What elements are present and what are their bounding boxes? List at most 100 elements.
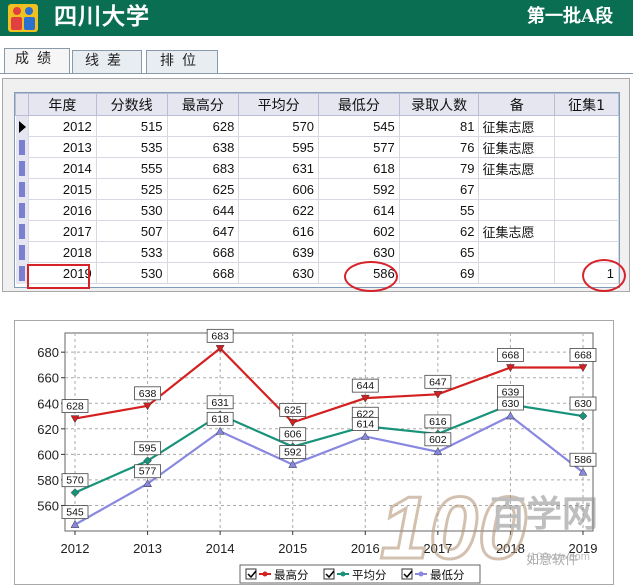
cell-year[interactable]: 2018 bbox=[27, 241, 97, 263]
data-label: 614 bbox=[357, 418, 375, 430]
cell-min[interactable]: 630 bbox=[318, 241, 400, 263]
cell-count[interactable]: 62 bbox=[398, 220, 480, 242]
cell-avg[interactable]: 622 bbox=[238, 199, 320, 221]
cell-line[interactable]: 533 bbox=[95, 241, 168, 263]
cell-max[interactable]: 668 bbox=[166, 241, 240, 263]
cell-line[interactable]: 555 bbox=[95, 157, 168, 179]
cell-min[interactable]: 577 bbox=[318, 136, 400, 158]
cell-min[interactable]: 618 bbox=[318, 157, 400, 179]
cell-note[interactable] bbox=[478, 262, 556, 284]
cell-min[interactable]: 602 bbox=[318, 220, 400, 242]
row-selector[interactable] bbox=[15, 178, 29, 200]
tab-bar: 成绩 线差 排位 bbox=[0, 36, 633, 75]
cell-note[interactable]: 征集志愿 bbox=[478, 157, 556, 179]
cell-min[interactable]: 545 bbox=[318, 115, 400, 137]
cell-note[interactable]: 征集志愿 bbox=[478, 115, 556, 137]
cell-line[interactable]: 530 bbox=[95, 262, 168, 284]
scores-grid[interactable]: 年度 分数线 最高分 平均分 最低分 录取人数 备 征集1 2012 515 628… bbox=[14, 92, 620, 288]
batch-label: 第一批A段 bbox=[527, 6, 613, 27]
row-selector[interactable] bbox=[15, 136, 29, 158]
y-tick-label: 600 bbox=[37, 447, 59, 462]
cell-max[interactable]: 668 bbox=[166, 262, 240, 284]
cell-max[interactable]: 638 bbox=[166, 136, 240, 158]
col-count[interactable]: 录取人数 bbox=[398, 93, 480, 116]
cell-min[interactable]: 614 bbox=[318, 199, 400, 221]
table-row[interactable]: 2014 555 683 631 618 79 征集志愿 bbox=[15, 157, 619, 179]
cell-note[interactable]: 征集志愿 bbox=[478, 136, 556, 158]
cell-count[interactable]: 81 bbox=[398, 115, 480, 137]
cell-avg[interactable]: 630 bbox=[238, 262, 320, 284]
cell-avg[interactable]: 595 bbox=[238, 136, 320, 158]
data-label: 683 bbox=[211, 330, 229, 342]
cell-zj1[interactable] bbox=[554, 115, 619, 137]
cell-count[interactable]: 65 bbox=[398, 241, 480, 263]
cell-zj1[interactable] bbox=[554, 157, 619, 179]
cell-year[interactable]: 2017 bbox=[27, 220, 97, 242]
cell-note[interactable] bbox=[478, 199, 556, 221]
col-note[interactable]: 备 bbox=[478, 93, 556, 116]
table-row[interactable]: 2019 530 668 630 586 69 1 bbox=[15, 262, 619, 284]
cell-max[interactable]: 628 bbox=[166, 115, 240, 137]
highlight-min-586 bbox=[344, 261, 398, 292]
cell-avg[interactable]: 606 bbox=[238, 178, 320, 200]
data-label: 625 bbox=[284, 404, 302, 416]
row-selector[interactable] bbox=[15, 157, 29, 179]
cell-avg[interactable]: 639 bbox=[238, 241, 320, 263]
col-min[interactable]: 最低分 bbox=[318, 93, 400, 116]
cell-line[interactable]: 525 bbox=[95, 178, 168, 200]
col-avg[interactable]: 平均分 bbox=[238, 93, 320, 116]
col-zj1[interactable]: 征集1 bbox=[554, 93, 619, 116]
table-row[interactable]: 2013 535 638 595 577 76 征集志愿 bbox=[15, 136, 619, 158]
header-row: 年度 分数线 最高分 平均分 最低分 录取人数 备 征集1 bbox=[15, 93, 619, 116]
row-selector[interactable] bbox=[15, 241, 29, 263]
table-row[interactable]: 2017 507 647 616 602 62 征集志愿 bbox=[15, 220, 619, 242]
watermark-overlay: 如意软件 bbox=[526, 552, 578, 567]
tab-scores[interactable]: 成绩 bbox=[4, 48, 70, 74]
cell-count[interactable]: 79 bbox=[398, 157, 480, 179]
highlight-year-2019 bbox=[27, 264, 90, 289]
table-row[interactable]: 2012 515 628 570 545 81 征集志愿 bbox=[15, 115, 619, 137]
col-year[interactable]: 年度 bbox=[27, 93, 97, 116]
cell-zj1[interactable] bbox=[554, 136, 619, 158]
cell-year[interactable]: 2016 bbox=[27, 199, 97, 221]
cell-year[interactable]: 2014 bbox=[27, 157, 97, 179]
cell-count[interactable]: 55 bbox=[398, 199, 480, 221]
cell-zj1[interactable] bbox=[554, 178, 619, 200]
cell-max[interactable]: 625 bbox=[166, 178, 240, 200]
cell-avg[interactable]: 631 bbox=[238, 157, 320, 179]
x-tick-label: 2012 bbox=[61, 541, 90, 556]
app-header: 四川大学 第一批A段 bbox=[0, 0, 633, 36]
cell-note[interactable]: 征集志愿 bbox=[478, 220, 556, 242]
row-selector[interactable] bbox=[15, 220, 29, 242]
tab-ranking[interactable]: 排位 bbox=[146, 50, 218, 73]
cell-line[interactable]: 515 bbox=[95, 115, 168, 137]
cell-note[interactable] bbox=[478, 241, 556, 263]
cell-line[interactable]: 507 bbox=[95, 220, 168, 242]
cell-count[interactable]: 67 bbox=[398, 178, 480, 200]
cell-min[interactable]: 592 bbox=[318, 178, 400, 200]
cell-avg[interactable]: 570 bbox=[238, 115, 320, 137]
cell-max[interactable]: 644 bbox=[166, 199, 240, 221]
row-selector[interactable] bbox=[15, 199, 29, 221]
table-row[interactable]: 2015 525 625 606 592 67 bbox=[15, 178, 619, 200]
cell-line[interactable]: 535 bbox=[95, 136, 168, 158]
cell-zj1[interactable] bbox=[554, 199, 619, 221]
cell-year[interactable]: 2013 bbox=[27, 136, 97, 158]
cell-year[interactable]: 2012 bbox=[27, 115, 97, 137]
cell-avg[interactable]: 616 bbox=[238, 220, 320, 242]
cell-zj1[interactable] bbox=[554, 220, 619, 242]
cell-count[interactable]: 76 bbox=[398, 136, 480, 158]
tab-line-diff[interactable]: 线差 bbox=[72, 50, 142, 73]
cell-line[interactable]: 530 bbox=[95, 199, 168, 221]
table-row[interactable]: 2016 530 644 622 614 55 bbox=[15, 199, 619, 221]
cell-count[interactable]: 69 bbox=[398, 262, 480, 284]
table-row[interactable]: 2018 533 668 639 630 65 bbox=[15, 241, 619, 263]
cell-max[interactable]: 683 bbox=[166, 157, 240, 179]
col-cutoff[interactable]: 分数线 bbox=[95, 93, 168, 116]
data-label: 628 bbox=[66, 401, 84, 413]
cell-year[interactable]: 2015 bbox=[27, 178, 97, 200]
row-selector[interactable] bbox=[15, 115, 29, 137]
cell-max[interactable]: 647 bbox=[166, 220, 240, 242]
cell-note[interactable] bbox=[478, 178, 556, 200]
col-max[interactable]: 最高分 bbox=[166, 93, 240, 116]
